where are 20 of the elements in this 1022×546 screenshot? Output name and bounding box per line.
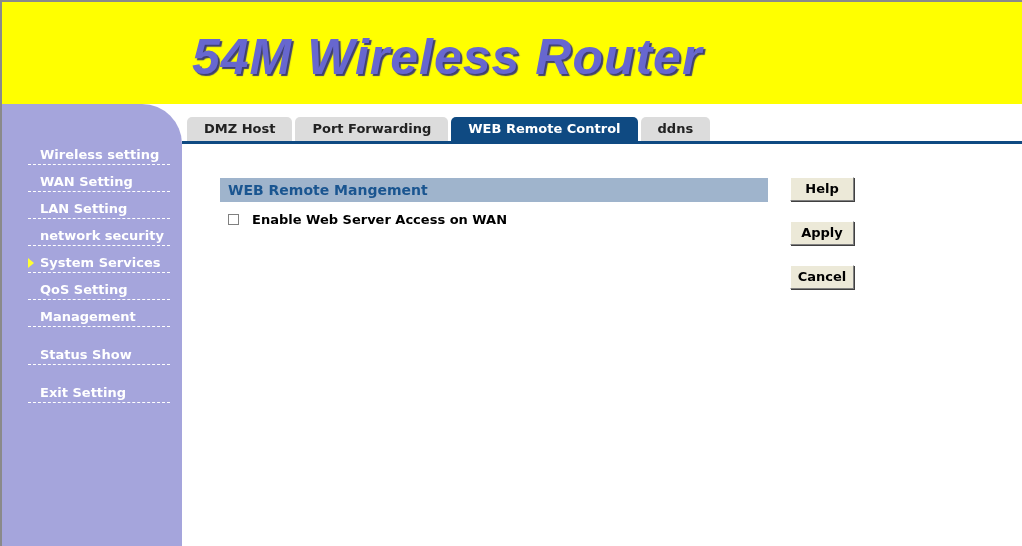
sidebar-item[interactable]: Status Show	[28, 347, 132, 364]
sidebar-item[interactable]: network security	[28, 228, 164, 245]
sidebar-item[interactable]: QoS Setting	[28, 282, 128, 299]
sidebar-item[interactable]: Wireless setting	[28, 147, 160, 164]
sidebar-item[interactable]: Exit Setting	[28, 385, 127, 402]
action-button[interactable]: Apply	[790, 221, 854, 245]
section-title: WEB Remote Mangement	[228, 180, 428, 200]
router-title: 54M Wireless Router	[192, 27, 703, 87]
action-button[interactable]: Help	[790, 177, 854, 201]
checkbox[interactable]	[228, 214, 239, 226]
sidebar-item[interactable]: WAN Setting	[28, 174, 133, 191]
option-label: Enable Web Server Access on WAN	[252, 211, 508, 229]
sidebar-item[interactable]: LAN Setting	[28, 201, 128, 218]
tab[interactable]: ddns	[640, 117, 711, 141]
tab[interactable]: WEB Remote Control	[451, 117, 638, 141]
sidebar-item[interactable]: System Services	[28, 255, 161, 272]
action-button[interactable]: Cancel	[790, 265, 854, 289]
tab[interactable]: Port Forwarding	[295, 117, 449, 141]
sidebar-item[interactable]: Management	[28, 309, 136, 326]
tab[interactable]: DMZ Host	[187, 117, 293, 141]
